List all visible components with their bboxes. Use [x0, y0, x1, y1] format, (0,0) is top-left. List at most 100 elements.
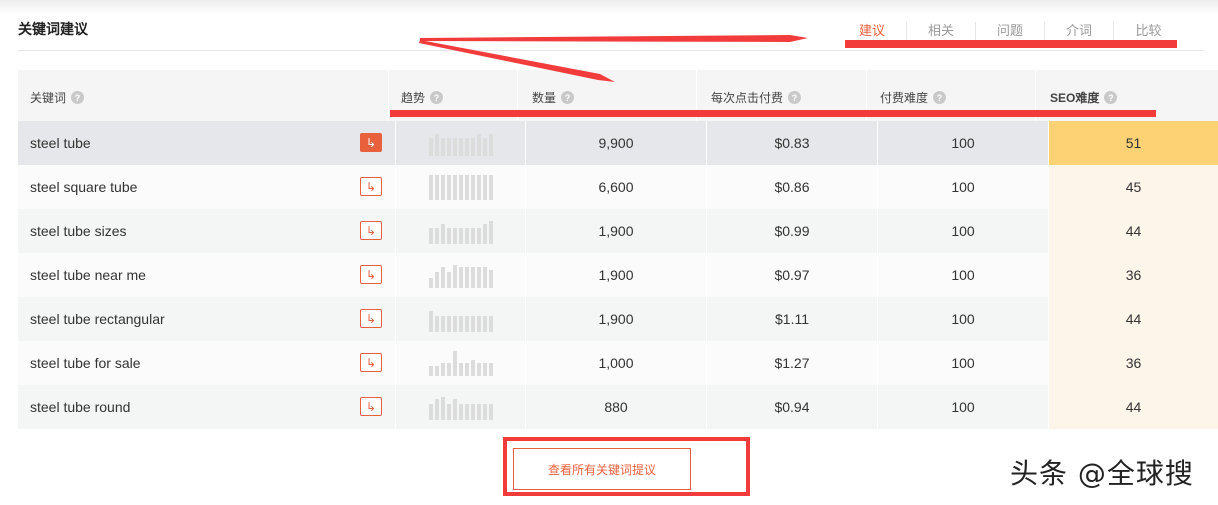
trend-bar — [470, 267, 475, 288]
cell-trend — [396, 385, 526, 429]
table-row[interactable]: steel tube round ↳ 880 $0.94 100 44 — [18, 385, 1218, 429]
trend-bar — [440, 397, 445, 420]
cell-volume: 1,900 — [526, 209, 707, 253]
trend-bar — [428, 175, 433, 200]
tab-related[interactable]: 相关 — [907, 22, 976, 40]
trend-bar — [440, 138, 445, 156]
trend-bar — [452, 265, 457, 288]
cell-keyword: steel tube for sale ↳ — [18, 341, 396, 385]
cell-seo-difficulty: 44 — [1049, 209, 1218, 253]
keyword-text[interactable]: steel tube for sale — [30, 355, 141, 371]
help-icon[interactable]: ? — [1104, 91, 1118, 104]
trend-bar — [446, 316, 451, 332]
trend-bar — [440, 267, 445, 288]
trend-sparkline — [428, 350, 493, 376]
trend-bar — [464, 404, 469, 420]
trend-bar — [446, 363, 451, 376]
keyword-text[interactable]: steel tube rectangular — [30, 311, 165, 327]
table-row[interactable]: steel tube for sale ↳ 1,000 $1.27 100 36 — [18, 341, 1218, 385]
trend-bar — [434, 316, 439, 332]
trend-bar — [482, 267, 487, 288]
trend-bar — [446, 175, 451, 200]
trend-sparkline — [428, 174, 493, 200]
cell-cpc: $0.97 — [707, 253, 878, 297]
cell-paid-difficulty: 100 — [878, 385, 1049, 429]
trend-bar — [458, 138, 463, 156]
trend-bar — [482, 224, 487, 244]
table-row[interactable]: steel tube near me ↳ 1,900 $0.97 100 36 — [18, 253, 1218, 297]
cell-keyword: steel tube ↳ — [18, 121, 396, 165]
open-keyword-icon[interactable]: ↳ — [360, 397, 382, 416]
help-icon[interactable]: ? — [71, 91, 85, 104]
cell-paid-difficulty: 100 — [878, 165, 1049, 209]
trend-bar — [434, 366, 439, 376]
header-keyword-label: 关键词 — [30, 91, 67, 105]
trend-bar — [488, 404, 493, 420]
view-all-suggestions-button[interactable]: 查看所有关键词提议 — [513, 448, 691, 490]
open-keyword-icon[interactable]: ↳ — [360, 265, 382, 284]
trend-bar — [470, 360, 475, 376]
trend-bar — [446, 138, 451, 156]
trend-bar — [428, 228, 433, 244]
trend-bar — [458, 175, 463, 200]
keyword-text[interactable]: steel tube near me — [30, 267, 146, 283]
cell-keyword: steel tube round ↳ — [18, 385, 396, 429]
cell-cpc: $1.11 — [707, 297, 878, 341]
keyword-text[interactable]: steel tube sizes — [30, 223, 127, 239]
table-body: steel tube ↳ 9,900 $0.83 100 51 steel sq… — [18, 121, 1218, 429]
trend-bar — [452, 399, 457, 420]
panel-title: 关键词建议 — [18, 21, 88, 37]
keyword-text[interactable]: steel tube — [30, 135, 91, 151]
keyword-text[interactable]: steel tube round — [30, 399, 130, 415]
table-row[interactable]: steel square tube ↳ 6,600 $0.86 100 45 — [18, 165, 1218, 209]
open-keyword-icon[interactable]: ↳ — [360, 309, 382, 328]
trend-bar — [434, 399, 439, 420]
cell-seo-difficulty: 51 — [1049, 121, 1218, 165]
annotation-underline-tabs — [845, 40, 1177, 48]
title-divider — [18, 50, 1203, 51]
cell-paid-difficulty: 100 — [878, 341, 1049, 385]
trend-bar — [446, 228, 451, 244]
trend-sparkline — [428, 262, 493, 288]
trend-sparkline — [428, 394, 493, 420]
trend-bar — [476, 134, 481, 156]
trend-bar — [476, 228, 481, 244]
tab-comparisons[interactable]: 比较 — [1114, 22, 1183, 40]
header-paid-difficulty-label: 付费难度 — [880, 91, 929, 105]
help-icon[interactable]: ? — [933, 91, 947, 104]
trend-bar — [488, 221, 493, 244]
cell-volume: 1,000 — [526, 341, 707, 385]
table-row[interactable]: steel tube ↳ 9,900 $0.83 100 51 — [18, 121, 1218, 165]
tab-prepositions[interactable]: 介词 — [1045, 22, 1114, 40]
trend-bar — [476, 175, 481, 200]
header-trend-label: 趋势 — [401, 91, 426, 105]
trend-bar — [434, 175, 439, 200]
cell-volume: 6,600 — [526, 165, 707, 209]
open-keyword-icon[interactable]: ↳ — [360, 133, 382, 152]
trend-bar — [482, 175, 487, 200]
keyword-text[interactable]: steel square tube — [30, 179, 137, 195]
cell-trend — [396, 297, 526, 341]
tab-questions[interactable]: 问题 — [976, 22, 1045, 40]
cell-seo-difficulty: 36 — [1049, 253, 1218, 297]
trend-bar — [488, 316, 493, 332]
trend-bar — [452, 175, 457, 200]
trend-bar — [458, 267, 463, 288]
open-keyword-icon[interactable]: ↳ — [360, 353, 382, 372]
header-seo-difficulty-label: SEO难度 — [1050, 91, 1100, 105]
help-icon[interactable]: ? — [430, 91, 444, 104]
trend-bar — [458, 228, 463, 244]
trend-bar — [482, 404, 487, 420]
trend-bar — [428, 138, 433, 156]
table-row[interactable]: steel tube sizes ↳ 1,900 $0.99 100 44 — [18, 209, 1218, 253]
table-row[interactable]: steel tube rectangular ↳ 1,900 $1.11 100… — [18, 297, 1218, 341]
open-keyword-icon[interactable]: ↳ — [360, 177, 382, 196]
help-icon[interactable]: ? — [788, 91, 802, 104]
trend-bar — [488, 134, 493, 156]
open-keyword-icon[interactable]: ↳ — [360, 221, 382, 240]
help-icon[interactable]: ? — [561, 91, 575, 104]
trend-bar — [434, 134, 439, 156]
trend-bar — [476, 404, 481, 420]
tab-suggestions[interactable]: 建议 — [838, 22, 907, 40]
cell-paid-difficulty: 100 — [878, 297, 1049, 341]
